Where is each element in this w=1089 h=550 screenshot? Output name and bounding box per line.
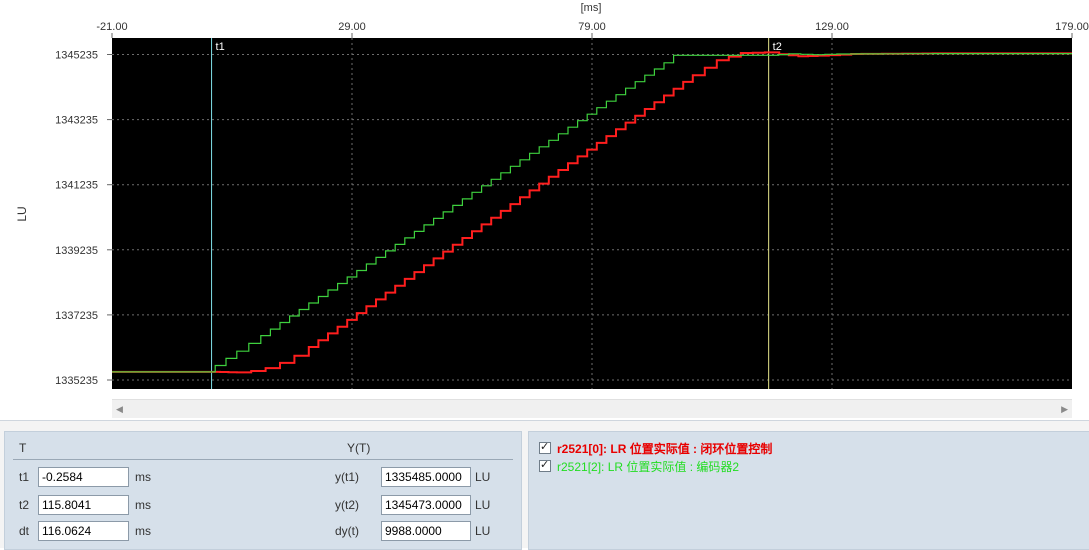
x-tick-label: 79.00: [578, 21, 606, 33]
y-tick-label: 1335235: [55, 375, 98, 387]
yt2-unit: LU: [475, 498, 491, 512]
cursor-label-t2[interactable]: t2: [773, 41, 782, 53]
t2-unit: ms: [135, 498, 151, 512]
x-axis-label: [ms]: [581, 2, 602, 14]
legend-item-r2521-0[interactable]: ✓ r2521[0]: LR 位置实际值 : 闭环位置控制: [539, 440, 772, 456]
x-tick-label: -21.00: [96, 21, 127, 33]
arrow-left-icon[interactable]: ◀: [116, 400, 123, 418]
dt-field[interactable]: 116.0624: [38, 521, 129, 541]
dyt-unit: LU: [475, 524, 491, 538]
yt1-field[interactable]: 1335485.0000: [381, 467, 471, 487]
yt2-label: y(t2): [335, 498, 359, 512]
y-tick-label: 1337235: [55, 310, 98, 322]
dyt-label: dy(t): [335, 524, 359, 538]
legend-label-r2521-0: r2521[0]: LR 位置实际值 : 闭环位置控制: [557, 441, 773, 456]
chart-svg[interactable]: t1 t2 -21.00 29.00 79.00 129.00 179.00 1345235…: [0, 0, 1089, 420]
yt1-unit: LU: [475, 470, 491, 484]
dyt-field[interactable]: 9988.0000: [381, 521, 471, 541]
y-tick-label: 1339235: [55, 245, 98, 257]
y-tick-label: 1343235: [55, 115, 98, 127]
measurement-area: T Y(T) t1 -0.2584 ms y(t1) 1335485.0000 …: [0, 420, 1089, 550]
dt-label: dt: [19, 524, 30, 538]
y-axis-label: LU: [15, 206, 29, 221]
t1-unit: ms: [135, 470, 151, 484]
signal-legend-panel: ✓ r2521[0]: LR 位置实际值 : 闭环位置控制 ✓ r2521[2]…: [528, 431, 1089, 550]
t1-label: t1: [19, 470, 30, 484]
legend-label-r2521-2: r2521[2]: LR 位置实际值 : 编码器2: [557, 459, 740, 474]
arrow-right-icon[interactable]: ▶: [1061, 400, 1068, 418]
dt-unit: ms: [135, 524, 151, 538]
cursor-measurement-panel: T Y(T) t1 -0.2584 ms y(t1) 1335485.0000 …: [4, 431, 522, 550]
trace-chart[interactable]: t1 t2 -21.00 29.00 79.00 129.00 179.00 1345235…: [0, 0, 1089, 420]
t2-field[interactable]: 115.8041: [38, 495, 129, 515]
x-tick-label: 29.00: [338, 21, 366, 33]
legend-checkbox-r2521-2[interactable]: ✓: [539, 459, 551, 472]
yt1-label: y(t1): [335, 470, 359, 484]
y-tick-label: 1341235: [55, 180, 98, 192]
checkmark-icon: ✓: [540, 459, 550, 471]
x-tick-label: 129.00: [815, 21, 849, 33]
t1-field[interactable]: -0.2584: [38, 467, 129, 487]
t2-label: t2: [19, 498, 30, 512]
header-divider: [13, 459, 513, 460]
cursor-label-t1[interactable]: t1: [216, 41, 225, 53]
horizontal-scrollbar[interactable]: ◀ ▶: [112, 399, 1072, 418]
y-column-header: Y(T): [347, 441, 371, 455]
legend-checkbox-r2521-0[interactable]: ✓: [539, 441, 551, 454]
y-tick-label: 1345235: [55, 50, 98, 62]
legend-item-r2521-2[interactable]: ✓ r2521[2]: LR 位置实际值 : 编码器2: [539, 458, 739, 474]
yt2-field[interactable]: 1345473.0000: [381, 495, 471, 515]
t-column-header: T: [19, 441, 27, 455]
checkmark-icon: ✓: [540, 441, 550, 453]
x-tick-label: 179.00: [1055, 21, 1089, 33]
